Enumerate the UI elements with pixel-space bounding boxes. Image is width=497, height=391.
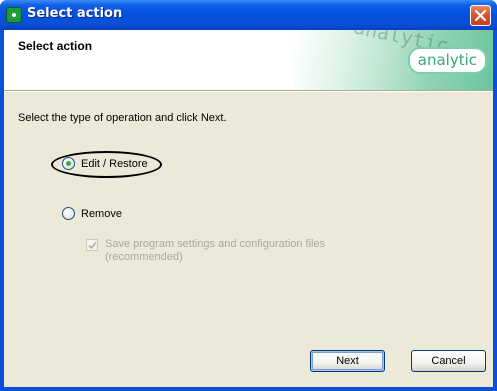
app-icon xyxy=(6,7,22,23)
brand-banner: analytic analytic xyxy=(293,30,493,90)
title-bar[interactable]: Select action xyxy=(0,0,497,30)
save-settings-option[interactable]: Save program settings and configuration … xyxy=(86,238,345,264)
cancel-button[interactable]: Cancel xyxy=(411,350,486,372)
option-remove-label: Remove xyxy=(81,207,122,220)
close-button[interactable] xyxy=(470,5,491,26)
header-divider xyxy=(4,90,493,92)
save-settings-label: Save program settings and configuration … xyxy=(105,238,326,263)
next-button[interactable]: Next xyxy=(310,350,385,372)
radio-edit-restore[interactable] xyxy=(62,157,75,170)
option-edit-restore[interactable]: Edit / Restore xyxy=(62,157,148,170)
dialog-window: Select action Select action analytic ana… xyxy=(0,0,497,391)
checkmark-icon xyxy=(88,241,97,250)
option-edit-restore-label: Edit / Restore xyxy=(81,157,148,170)
window-title: Select action xyxy=(27,6,123,21)
dialog-client-area: Select action analytic analytic Select t… xyxy=(4,30,493,387)
option-remove[interactable]: Remove xyxy=(62,207,122,220)
close-icon xyxy=(475,10,486,21)
instruction-text: Select the type of operation and click N… xyxy=(18,112,227,124)
brand-logo: analytic xyxy=(407,47,487,74)
save-settings-checkbox[interactable] xyxy=(86,239,98,251)
radio-remove[interactable] xyxy=(62,207,75,220)
wizard-header: Select action analytic analytic xyxy=(4,30,493,90)
wizard-header-title: Select action xyxy=(18,39,93,53)
